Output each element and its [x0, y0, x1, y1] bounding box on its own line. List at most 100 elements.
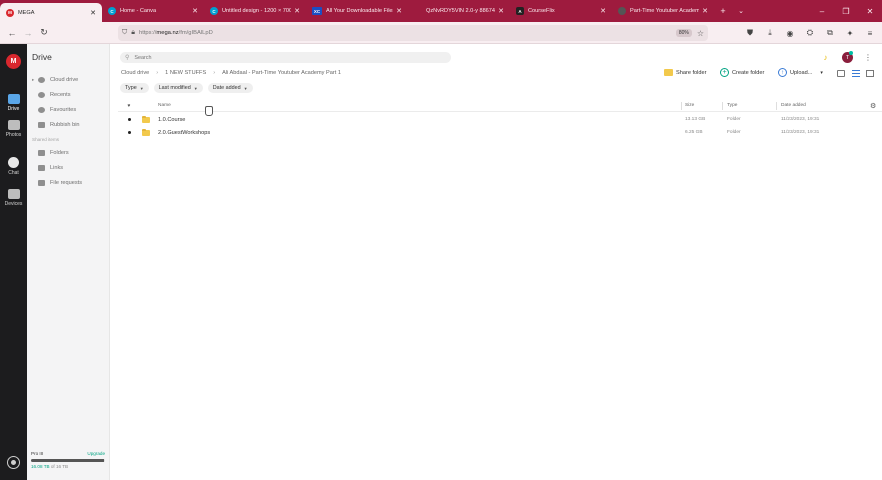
pocket-icon[interactable]: ⛊	[742, 25, 758, 41]
list-view-icon[interactable]	[852, 70, 860, 77]
url-text[interactable]: https://mega.nz/fm/gIBAlLpD	[139, 30, 676, 36]
canva-icon: C	[108, 7, 116, 15]
folder-share-icon	[664, 68, 673, 77]
back-arrow-icon[interactable]: ←	[4, 25, 20, 41]
sidebar-item-links[interactable]: Links	[32, 162, 63, 174]
close-icon[interactable]: ✕	[600, 7, 606, 15]
download-icon[interactable]: ⤓	[762, 25, 778, 41]
toolbar-icons: ⛊ ⤓ ◉ ⛭ ⧉ ✦ ≡	[742, 25, 878, 41]
maximize-button[interactable]: ❐	[834, 0, 858, 22]
file-table: ♥ Name Size Type Date added ⚙ 1.0.Course…	[118, 100, 882, 139]
favourite-column-header[interactable]: ♥	[125, 100, 133, 111]
column-divider[interactable]	[722, 102, 723, 110]
browser-tab-mega[interactable]: M MEGA ✕	[0, 3, 102, 22]
upgrade-link[interactable]: Upgrade	[87, 451, 105, 456]
rail-item-devices[interactable]: Devices	[0, 183, 27, 213]
column-header-name[interactable]: Name	[158, 100, 171, 111]
tab-list-button[interactable]: ⌄	[732, 0, 750, 22]
search-bar[interactable]: ⚲	[120, 52, 451, 63]
browser-tab-canva-home[interactable]: C Home - Canva ✕	[102, 0, 204, 22]
filter-type[interactable]: Type ▼	[120, 83, 149, 93]
breadcrumb-item[interactable]: 1 NEW STUFFS	[165, 70, 206, 76]
file-type: Folder	[727, 130, 741, 135]
account-icon[interactable]: ◉	[782, 25, 798, 41]
sidebar-item-favourites[interactable]: Favourites	[32, 104, 76, 116]
grid-view-icon[interactable]	[837, 70, 845, 77]
site-icon	[618, 7, 626, 15]
sidebar-item-file-requests[interactable]: File requests	[32, 177, 82, 189]
table-row[interactable]: 2.0.GuestWorkshops 6.25 GB Folder 11/23/…	[118, 126, 882, 139]
file-date-added: 11/23/2023, 19:31	[781, 130, 820, 135]
addon-icon[interactable]: ✦	[842, 25, 858, 41]
bell-icon[interactable]: ♪	[821, 53, 830, 62]
plus-icon: +	[720, 68, 729, 77]
star-icon[interactable]: ☆	[697, 29, 704, 38]
sidebar-item-recents[interactable]: Recents	[32, 89, 71, 101]
filter-last-modified[interactable]: Last modified ▼	[153, 83, 203, 93]
address-bar[interactable]: ⛉ 🔒︎ https://mega.nz/fm/gIBAlLpD 80% ☆	[118, 25, 708, 41]
upload-button[interactable]: ↑ Upload... ▾	[778, 68, 823, 77]
rail-item-photos[interactable]: Photos	[0, 114, 27, 144]
file-size: 6.25 GB	[685, 130, 703, 135]
rail-item-chat[interactable]: Chat	[0, 151, 27, 181]
chat-icon	[8, 156, 19, 168]
browser-tab-canva-design[interactable]: C Untitled design - 1200 × 700px ✕	[204, 0, 306, 22]
column-divider[interactable]	[776, 102, 777, 110]
browser-tab-link[interactable]: QzNvRDY5VlN 2.0-y 8867446384YY... ✕	[408, 0, 510, 22]
browser-tab-courseflix[interactable]: A CourseFlix ✕	[510, 0, 612, 22]
storage-usage: 16.08 TB of 16 TB	[31, 464, 69, 469]
sidebar-section-shared: Shared items	[32, 137, 60, 142]
folder-icon	[142, 126, 152, 139]
settings-icon[interactable]	[7, 456, 20, 469]
filter-date-added[interactable]: Date added ▼	[207, 83, 253, 93]
close-icon[interactable]: ✕	[396, 7, 402, 15]
puzzle-icon[interactable]: ⧉	[822, 25, 838, 41]
close-icon[interactable]: ✕	[90, 9, 96, 17]
expand-icon[interactable]	[866, 70, 874, 77]
tab-title: Untitled design - 1200 × 700px	[222, 8, 292, 14]
minimize-button[interactable]: –	[810, 0, 834, 22]
close-icon[interactable]: ✕	[498, 7, 504, 15]
window-controls: – ❐ ✕	[810, 0, 882, 22]
table-row[interactable]: 1.0.Course 13.13 GB Folder 11/23/2023, 1…	[118, 113, 882, 126]
browser-tab-ptya[interactable]: Part-Time Youtuber Academy ✕	[612, 0, 714, 22]
new-tab-button[interactable]: +	[714, 0, 732, 22]
lock-icon[interactable]: 🔒︎	[131, 29, 135, 37]
sidebar-title: Drive	[32, 52, 52, 62]
forward-arrow-icon[interactable]: →	[20, 25, 36, 41]
close-window-button[interactable]: ✕	[858, 0, 882, 22]
more-options-icon[interactable]: ⋮	[864, 53, 872, 62]
row-dot-icon	[125, 113, 133, 126]
search-input[interactable]	[134, 54, 435, 61]
column-divider[interactable]	[681, 102, 682, 110]
column-header-size[interactable]: Size	[685, 100, 694, 111]
close-icon[interactable]: ✕	[702, 7, 708, 15]
column-header-type[interactable]: Type	[727, 100, 737, 111]
close-icon[interactable]: ✕	[192, 7, 198, 15]
create-folder-button[interactable]: + Create folder	[720, 68, 764, 77]
extension-icon[interactable]: ⛭	[802, 25, 818, 41]
breadcrumb-separator: ›	[213, 70, 216, 76]
gear-icon[interactable]: ⚙	[870, 100, 876, 111]
breadcrumb-item[interactable]: Cloud drive	[121, 70, 149, 76]
file-request-icon	[38, 180, 45, 186]
shield-icon[interactable]: ⛉	[122, 29, 127, 37]
canva-icon: C	[210, 7, 218, 15]
file-name: 1.0.Course	[158, 116, 186, 123]
app-rail: M Drive Photos Chat Devices	[0, 44, 27, 480]
row-dot-icon	[125, 126, 133, 139]
close-icon[interactable]: ✕	[294, 7, 300, 15]
sidebar-item-folders[interactable]: Folders	[32, 147, 69, 159]
sidebar-item-cloud-drive[interactable]: ▸ Cloud drive	[32, 74, 78, 86]
share-folder-button[interactable]: Share folder	[664, 68, 706, 77]
breadcrumb-item-current: Ali Abdaal - Part-Time Youtuber Academy …	[222, 70, 341, 76]
reload-icon[interactable]: ↻	[36, 25, 52, 41]
browser-tab-downloads[interactable]: XC All Your Downloadable Files... ✕	[306, 0, 408, 22]
menu-icon[interactable]: ≡	[862, 25, 878, 41]
chevron-down-icon[interactable]: ▾	[820, 70, 823, 76]
mega-logo[interactable]: M	[6, 54, 21, 69]
chevron-down-icon: ▼	[243, 85, 248, 91]
column-header-date-added[interactable]: Date added	[781, 100, 806, 111]
zoom-level-badge[interactable]: 80%	[675, 29, 692, 37]
sidebar-item-rubbish-bin[interactable]: Rubbish bin	[32, 119, 80, 131]
